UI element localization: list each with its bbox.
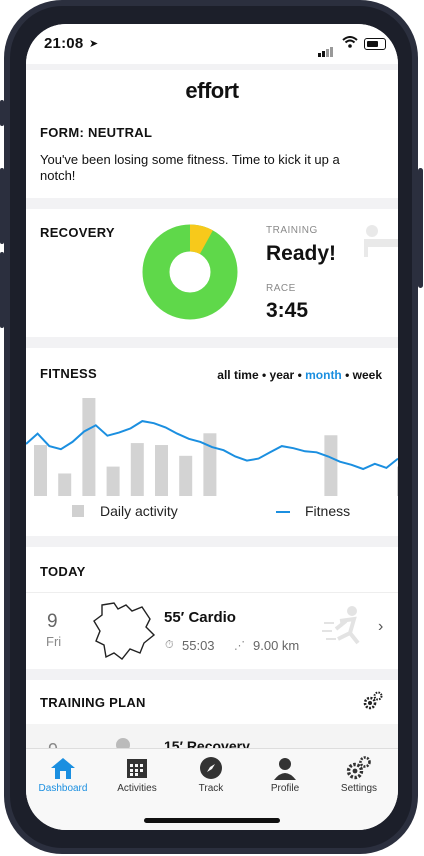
training-plan-card[interactable]: TRAINING PLAN 9 15′ Recovery [26,680,398,760]
power-button [418,168,423,288]
recovery-card[interactable]: RECOVERY TRAINING Ready! RACE 3:45 [26,209,398,337]
route-map-thumbnail [93,602,156,660]
runner-icon [322,606,360,645]
form-title: FORM: NEUTRAL [40,125,153,140]
range-month[interactable]: month [305,368,342,382]
tab-dashboard[interactable]: Dashboard [26,753,100,794]
app-logo: effort [26,70,398,112]
activity-bar [106,466,120,496]
tab-activities-label: Activities [117,783,157,794]
today-distance: 9.00 km [253,638,300,653]
training-label: TRAINING [266,225,318,236]
mute-switch [0,100,4,126]
today-duration: 55:03 [182,638,215,653]
status-time: 21:08 [44,35,84,52]
training-value: Ready! [266,242,337,265]
activity-bar [82,398,96,496]
person-icon [248,753,322,783]
recovery-bed-icon [364,225,398,257]
battery-icon [364,38,386,50]
recovery-title: RECOVERY [40,225,115,240]
activity-bar [34,445,47,496]
tab-track[interactable]: Track [174,753,248,794]
fitness-chart [26,398,398,496]
wifi-icon [342,36,358,48]
race-label: RACE [266,283,296,294]
race-value: 3:45 [266,299,309,322]
activity-bar [203,433,217,496]
activity-bar [155,445,168,496]
range-all-time[interactable]: all time [217,368,258,382]
activity-bar [58,473,72,496]
form-message: You've been losing some fitness. Time to… [40,152,340,183]
activity-bar [324,435,338,496]
calendar-icon [100,753,174,783]
fitness-card[interactable]: FITNESS all time • year • month • week D… [26,348,398,536]
home-icon [26,753,100,783]
training-plan-title: TRAINING PLAN [40,695,146,710]
form-card[interactable]: FORM: NEUTRAL You've been losing some fi… [26,112,398,198]
compass-icon [174,753,248,783]
gears-icon [322,753,396,783]
status-bar: 21:08 ➤ [26,24,398,64]
app-screen: 21:08 ➤ effort FORM: NEUTRAL You've been… [26,24,398,830]
chevron-right-icon[interactable]: › [378,618,383,636]
tab-profile-label: Profile [270,783,300,794]
tab-track-label: Track [198,783,224,794]
today-activity-name: 55′ Cardio [164,609,236,626]
footsteps-icon: ⋰ [234,640,245,652]
today-title: TODAY [40,564,86,579]
volume-up-button [0,168,4,244]
today-day-name: Fri [46,634,62,649]
legend-activity-swatch [72,505,84,517]
plan-settings-gear-icon[interactable] [362,690,384,712]
fitness-title: FITNESS [40,366,97,381]
today-card[interactable]: TODAY 9 Fri 55′ Cardio ⏱ 55:03 ⋰ 9.00 km… [26,547,398,669]
stopwatch-icon: ⏱ [165,639,174,651]
location-arrow-icon: ➤ [89,38,99,50]
tab-bar: Dashboard Activities Track Profile Setti… [26,748,398,830]
tab-activities[interactable]: Activities [100,753,174,794]
today-day-number: 9 [47,611,58,632]
tab-profile[interactable]: Profile [248,753,322,794]
home-indicator [144,818,280,823]
activity-bar [179,455,193,496]
tab-dashboard-label: Dashboard [38,783,88,794]
activity-bar [397,466,398,496]
legend-fitness-label: Fitness [305,503,351,519]
volume-down-button [0,252,4,328]
legend-fitness-swatch [276,511,290,513]
recovery-donut-chart [142,224,238,320]
range-week[interactable]: week [353,368,382,382]
activity-bar [130,443,144,496]
tab-settings[interactable]: Settings [322,753,396,794]
range-year[interactable]: year [270,368,295,382]
fitness-range-selector: all time • year • month • week [217,368,382,382]
cellular-signal-icon [318,39,334,57]
tab-settings-label: Settings [340,783,378,794]
legend-activity-label: Daily activity [100,503,178,519]
